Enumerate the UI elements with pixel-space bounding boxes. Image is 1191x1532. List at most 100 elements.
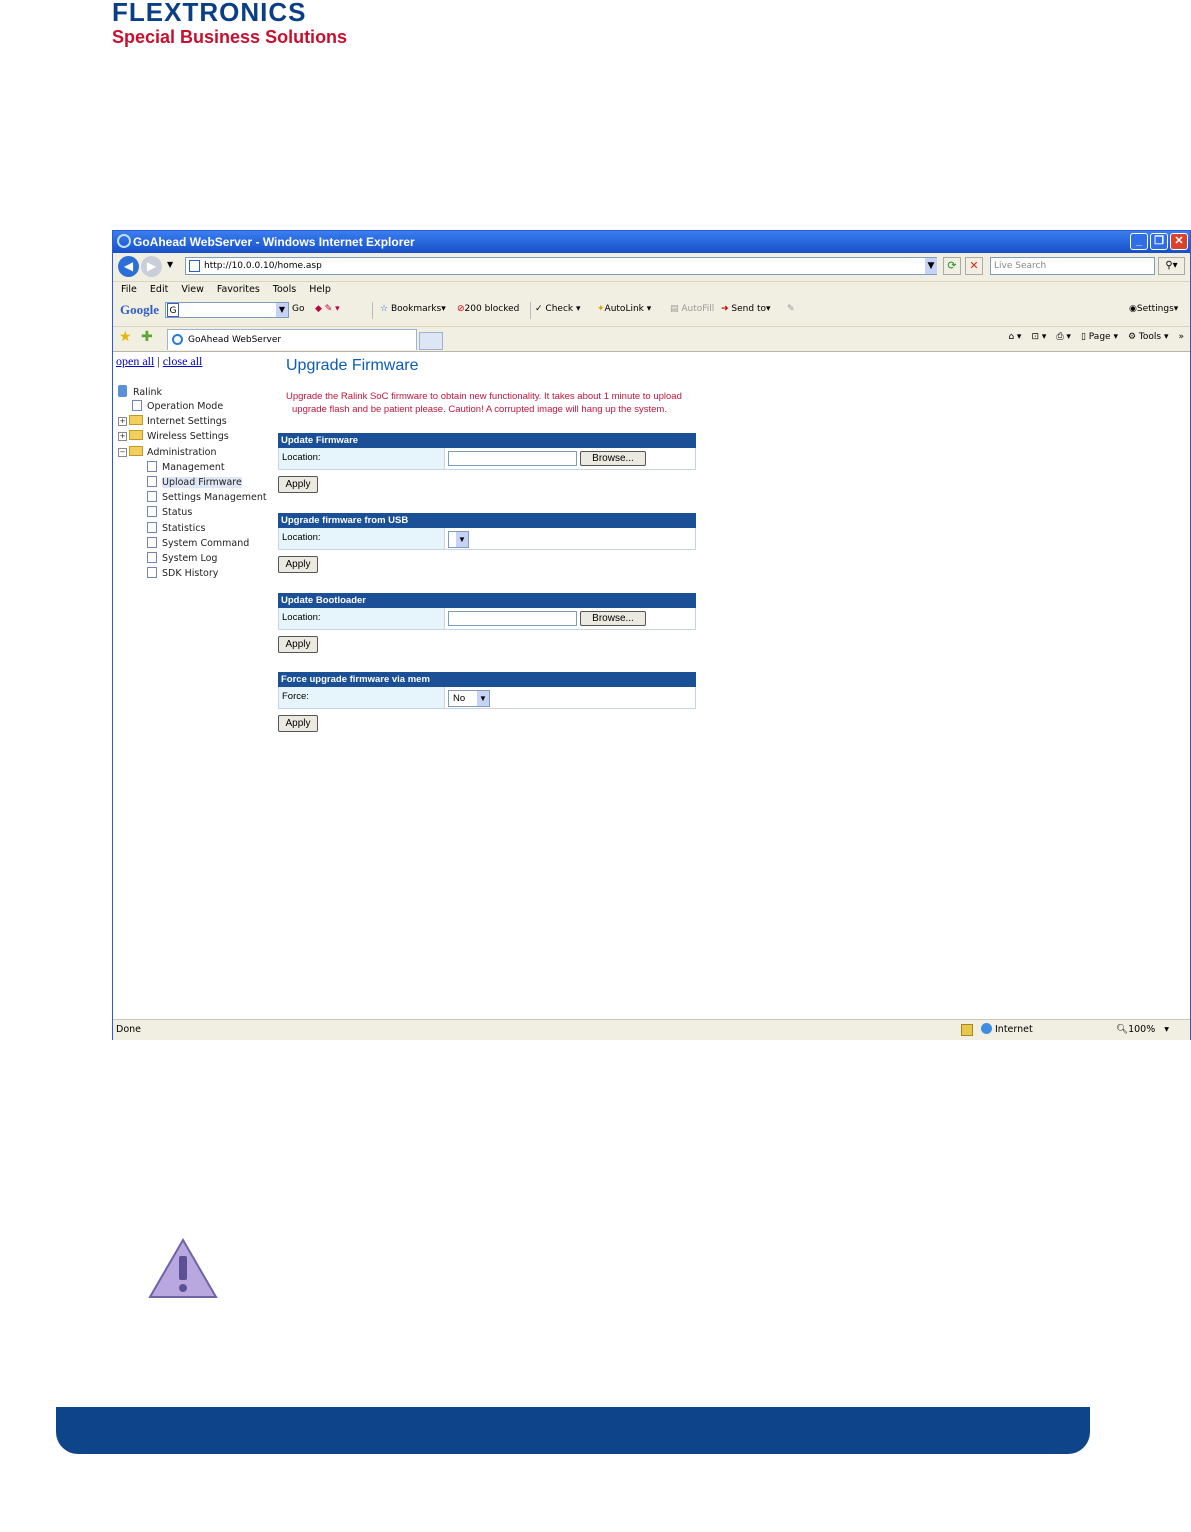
warning-triangle-icon [148, 1238, 218, 1304]
tree-links: open all | close all [116, 354, 202, 369]
settings-circle-icon: ◉ [1129, 304, 1137, 314]
add-favorite-icon[interactable]: ✚ [141, 329, 153, 345]
tabs-bar: ★ ✚ GoAhead WebServer ⌂ ▾ ⊡ ▾ ⎙ ▾ ▯ Page… [113, 327, 1190, 352]
tree-item-operation-mode[interactable]: Operation Mode [132, 400, 223, 414]
browse-button[interactable]: Browse... [580, 611, 646, 626]
brand-tagline: Special Business Solutions [112, 27, 348, 47]
refresh-button[interactable]: ⟳ [943, 257, 961, 275]
tree-item-settings-management[interactable]: Settings Management [147, 491, 267, 505]
feeds-icon[interactable]: ⊡ ▾ [1031, 332, 1046, 342]
live-search-input[interactable]: Live Search [990, 257, 1155, 275]
bootloader-file-input[interactable] [448, 611, 577, 626]
apply-button[interactable]: Apply [278, 476, 318, 493]
page-icon [147, 522, 157, 533]
brand-name: FLEXTRONICS [112, 0, 307, 27]
close-window-button[interactable]: ✕ [1170, 233, 1188, 250]
tree-item-administration[interactable]: − Administration [118, 446, 217, 460]
browser-window: GoAhead WebServer - Windows Internet Exp… [112, 230, 1191, 1040]
apply-button[interactable]: Apply [278, 715, 318, 732]
tools-gear-icon: ⚙ [1127, 332, 1137, 342]
favorites-star-icon[interactable]: ★ [119, 329, 132, 345]
print-icon[interactable]: ⎙ ▾ [1056, 332, 1071, 342]
page-menu[interactable]: ▯ Page ▾ [1081, 332, 1118, 342]
tree-item-status[interactable]: Status [147, 506, 192, 520]
home-icon[interactable]: ⌂ ▾ [1008, 332, 1021, 342]
tree-links-separator: | [157, 354, 160, 368]
new-tab-button[interactable] [419, 332, 443, 350]
tab-goahead[interactable]: GoAhead WebServer [167, 329, 417, 350]
usb-location-select[interactable]: ▼ [448, 531, 469, 548]
search-button[interactable]: ⚲▾ [1158, 257, 1185, 275]
chevron-down-icon: ▼ [456, 532, 468, 547]
menu-file[interactable]: File [121, 284, 137, 295]
chevron-right-icon[interactable]: » [1178, 332, 1184, 342]
sendto-button[interactable]: ➜ Send to▾ [721, 304, 771, 314]
menu-view[interactable]: View [181, 284, 204, 295]
section-update-bootloader: Update Bootloader Location: Browse... [278, 593, 696, 630]
google-search-input[interactable]: G ▼ [165, 302, 289, 318]
bookmarks-button[interactable]: ☆ Bookmarks▾ [380, 304, 446, 314]
tree-item-management[interactable]: Management [147, 461, 225, 475]
tree-item-statistics[interactable]: Statistics [147, 522, 205, 536]
page-menu-label: Page [1088, 332, 1111, 342]
stop-button[interactable]: ✕ [965, 257, 983, 275]
menu-help[interactable]: Help [309, 284, 331, 295]
open-all-link[interactable]: open all [116, 354, 154, 368]
collapse-icon[interactable]: − [118, 448, 127, 457]
autolink-button[interactable]: ✦AutoLink ▾ [597, 304, 651, 314]
forward-button[interactable]: ▶ [141, 256, 162, 277]
force-select[interactable]: No ▼ [448, 690, 490, 707]
tree-item-sdk-history[interactable]: SDK History [147, 567, 218, 581]
expand-icon[interactable]: + [118, 432, 127, 441]
window-titlebar[interactable]: GoAhead WebServer - Windows Internet Exp… [113, 231, 1190, 253]
page-icon [147, 461, 157, 472]
tools-menu[interactable]: ⚙ Tools ▾ [1128, 332, 1169, 342]
autofill-icon: ▤ [670, 304, 679, 314]
tree-item-wireless-settings[interactable]: + Wireless Settings [118, 430, 229, 444]
pencil-icon[interactable]: ✎ [787, 304, 795, 314]
close-all-link[interactable]: close all [163, 354, 203, 368]
back-button[interactable]: ◀ [118, 256, 139, 277]
zoom-control[interactable]: 🔍︎100% ▾ [1116, 1020, 1169, 1040]
menu-tools[interactable]: Tools [273, 284, 296, 295]
tree-item-label: System Log [162, 553, 218, 564]
browse-button[interactable]: Browse... [580, 451, 646, 466]
restore-button[interactable]: ❐ [1150, 233, 1168, 250]
google-dropdown-icon[interactable]: ▼ [276, 303, 288, 317]
page-doc-icon: ▯ [1080, 332, 1086, 342]
menu-favorites[interactable]: Favorites [217, 284, 260, 295]
firmware-file-input[interactable] [448, 451, 577, 466]
address-input[interactable]: http://10.0.0.10/home.asp [185, 257, 937, 275]
toolbar-extras-icon[interactable]: ◆ ✎ ▾ [315, 304, 340, 314]
force-select-value: No [453, 693, 466, 704]
tree-root[interactable]: Ralink [118, 385, 162, 399]
address-url: http://10.0.0.10/home.asp [204, 261, 322, 271]
wand-icon: ✦ [597, 304, 605, 314]
address-dropdown-icon[interactable]: ▼ [925, 258, 937, 274]
tree-item-system-log[interactable]: System Log [147, 552, 217, 566]
tree-item-upload-firmware[interactable]: Upload Firmware [147, 476, 242, 490]
google-toolbar: Google G ▼ Go ◆ ✎ ▾ ☆ Bookmarks▾ ⊘200 bl… [117, 299, 1187, 323]
minimize-button[interactable]: _ [1130, 233, 1148, 250]
network-icon [118, 385, 127, 397]
tree-item-internet-settings[interactable]: + Internet Settings [118, 415, 227, 429]
page-description: Upgrade the Ralink SoC firmware to obtai… [286, 390, 736, 416]
menu-edit[interactable]: Edit [150, 284, 168, 295]
popup-blocked-button[interactable]: ⊘200 blocked [457, 304, 519, 314]
section-force-upgrade: Force upgrade firmware via mem Force: No… [278, 672, 696, 709]
tree-item-label: Administration [147, 447, 217, 458]
google-settings-button[interactable]: ◉Settings▾ [1129, 304, 1178, 314]
spellcheck-button[interactable]: ✓ Check ▾ [535, 304, 581, 314]
expand-icon[interactable]: + [118, 417, 127, 426]
tree-item-label: Operation Mode [147, 401, 224, 412]
tree-item-label: Management [162, 462, 225, 473]
command-bar: ⌂ ▾ ⊡ ▾ ⎙ ▾ ▯ Page ▾ ⚙ Tools ▾ » [1008, 332, 1184, 342]
history-dropdown-icon[interactable]: ▼ [167, 260, 173, 269]
status-text: Done [116, 1024, 141, 1035]
apply-button[interactable]: Apply [278, 556, 318, 573]
google-go-button[interactable]: Go [292, 304, 304, 314]
apply-button[interactable]: Apply [278, 636, 318, 653]
tree-item-system-command[interactable]: System Command [147, 537, 249, 551]
autofill-button[interactable]: ▤ AutoFill [670, 304, 714, 314]
page-content: open all | close all Ralink Operation Mo… [113, 352, 1190, 1019]
